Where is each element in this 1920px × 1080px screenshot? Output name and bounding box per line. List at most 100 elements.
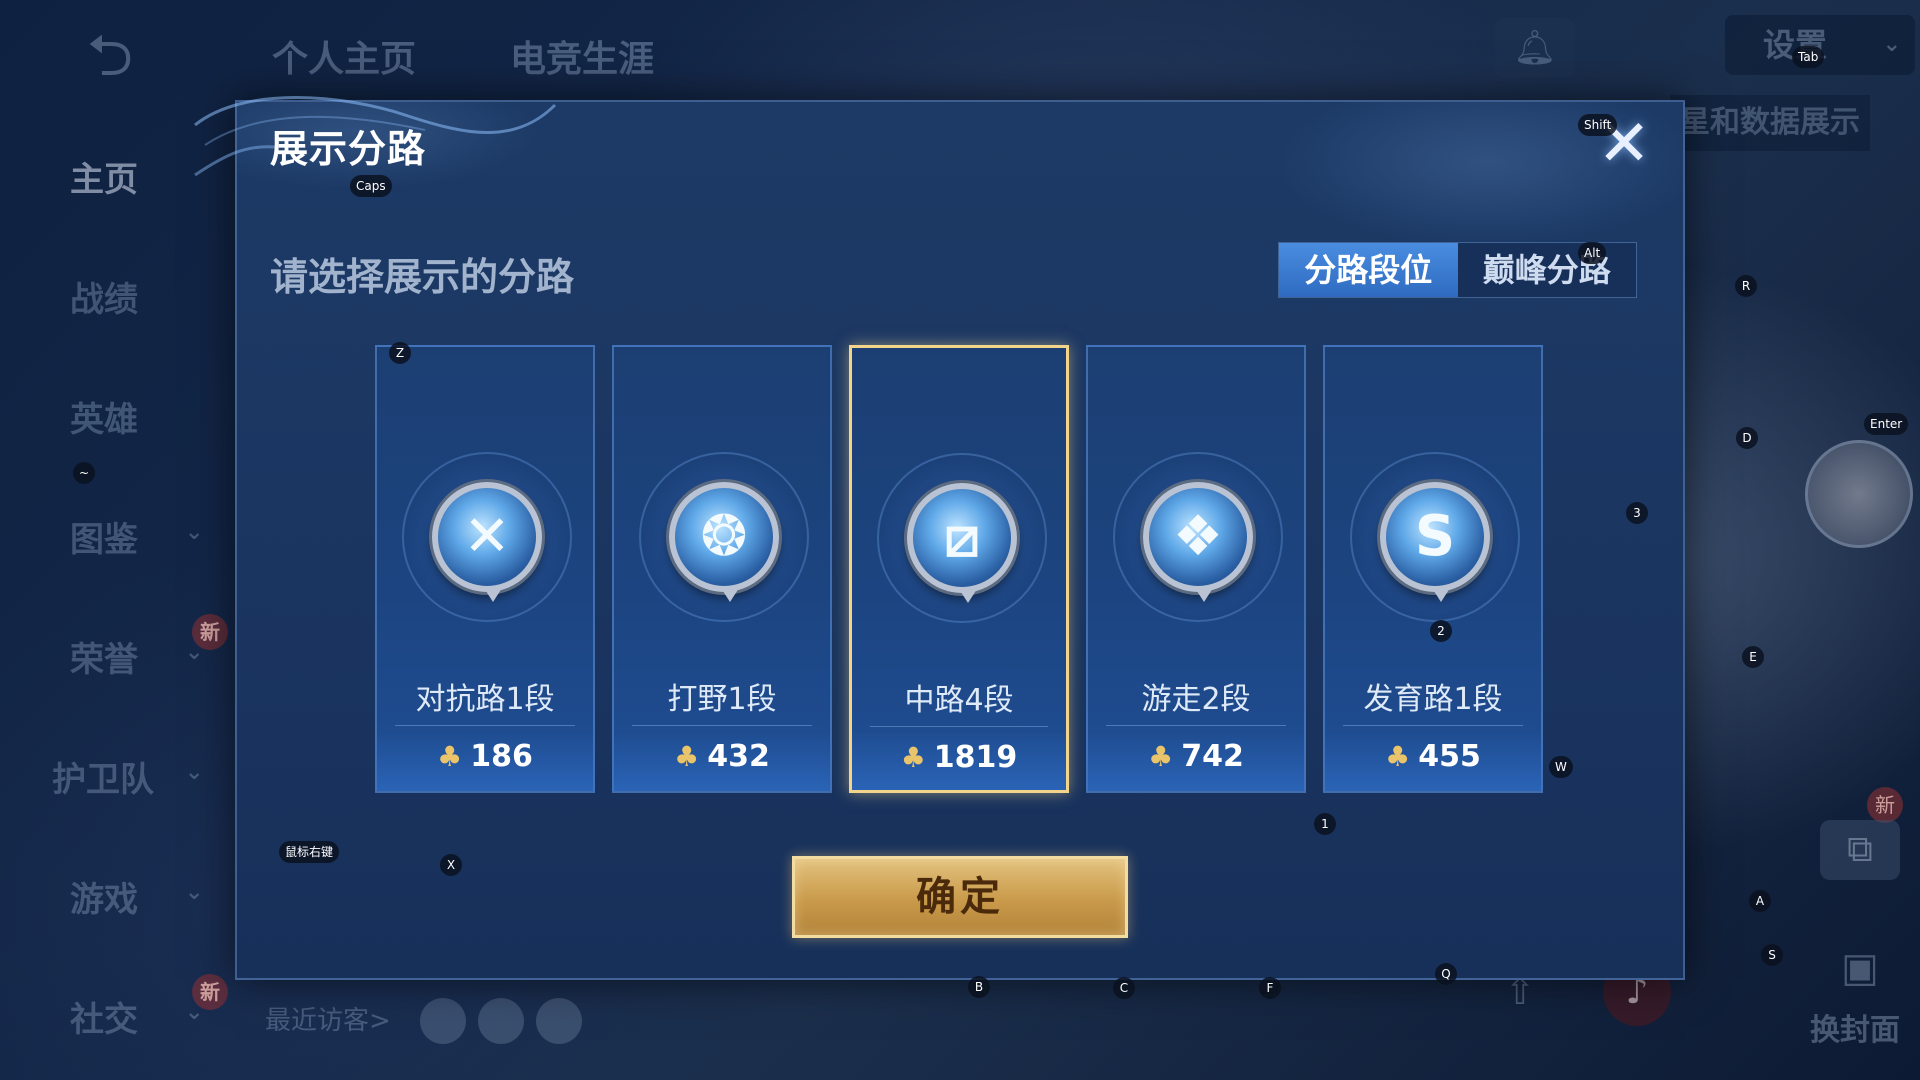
key-hint-shift: Shift (1578, 114, 1618, 136)
upload-icon[interactable]: ⇧ (1485, 972, 1555, 1028)
sidebar-item-honor[interactable]: 新 荣誉 ⌄ (0, 610, 230, 700)
key-hint-w: W (1549, 756, 1573, 778)
sidebar-item-label: 图鉴 (70, 520, 138, 560)
change-cover-icon[interactable]: ▣ (1830, 945, 1890, 1005)
divider (632, 725, 812, 726)
key-hint-alt: Alt (1578, 242, 1607, 264)
bell-icon[interactable]: 🔔︎ (1495, 18, 1575, 78)
farm-lane-emblem-icon: S (1380, 482, 1490, 602)
key-hint-3: 3 (1626, 502, 1648, 524)
roam-emblem-icon: ❖ (1143, 482, 1253, 602)
lane-rank-label: 游走2段 (1141, 682, 1251, 717)
key-hint-tab: Tab (1792, 46, 1825, 68)
lane-card-top[interactable]: ✕ 对抗路1段 ♣ 186 (375, 345, 595, 793)
lane-card-mid[interactable]: ⧄ 中路4段 ♣ 1819 (849, 345, 1069, 793)
key-hint-s: S (1761, 944, 1783, 966)
lane-score-value: 186 (470, 739, 533, 774)
sidebar-item-label: 护卫队 (52, 760, 154, 800)
dialog-title: 展示分路 (270, 127, 427, 171)
key-hint-enter: Enter (1864, 413, 1909, 435)
sidebar-item-label: 战绩 (70, 280, 138, 320)
key-hint-d: D (1736, 427, 1758, 449)
chevron-down-icon: ⌄ (185, 760, 204, 785)
top-nav: ⮌ 个人主页 电竞生涯 🔔︎ 设置 ⌄ 星和数据展示 (0, 0, 1920, 151)
score-icon: ♣ (1148, 740, 1174, 773)
key-hint-e: E (1742, 646, 1764, 668)
jungle-emblem-icon: ❂ (669, 482, 779, 602)
score-icon: ♣ (437, 740, 463, 773)
key-hint-caps: Caps (350, 175, 392, 197)
chevron-down-icon: ⌄ (185, 640, 204, 665)
lane-score: ♣ 186 (377, 739, 593, 774)
key-hint-r: R (1735, 275, 1757, 297)
key-hint-c: C (1113, 977, 1135, 999)
lane-score: ♣ 432 (614, 739, 830, 774)
key-hint-1: 1 (1314, 813, 1336, 835)
tab-personal-home[interactable]: 个人主页 (272, 30, 416, 82)
divider (395, 725, 575, 726)
key-hint-f: F (1259, 977, 1281, 999)
sidebar-item-label: 游戏 (70, 880, 138, 920)
tab-lane-rank[interactable]: 分路段位 (1279, 243, 1458, 297)
settings-button[interactable]: 设置 ⌄ (1725, 15, 1915, 75)
new-badge: 新 (1867, 787, 1903, 823)
sidebar-item-social[interactable]: 新 社交 ⌄ (0, 970, 230, 1060)
lane-card-jungle[interactable]: ❂ 打野1段 ♣ 432 (612, 345, 832, 793)
sidebar-item-home[interactable]: 主页 (0, 130, 230, 220)
sidebar-item-label: 英雄 (70, 400, 138, 440)
album-icon[interactable]: ⧉ (1820, 820, 1900, 880)
sidebar-item-records[interactable]: 战绩 (0, 250, 230, 340)
tab-peak-lane[interactable]: 巅峰分路 (1458, 243, 1637, 297)
lane-score-value: 742 (1181, 739, 1244, 774)
recent-visitors-link[interactable]: 最近访客> (265, 1000, 391, 1037)
chevron-down-icon: ⌄ (1882, 32, 1901, 57)
lane-score: ♣ 742 (1088, 739, 1304, 774)
score-icon: ♣ (1385, 740, 1411, 773)
data-display-label: 星和数据展示 (1670, 95, 1870, 151)
lane-score-value: 455 (1418, 739, 1481, 774)
avatar[interactable] (1805, 440, 1913, 548)
sidebar: 主页 战绩 英雄 图鉴 ⌄ 新 荣誉 ⌄ 护卫队 ⌄ 游戏 ⌄ 新 社交 ⌄ (0, 110, 230, 1080)
mid-lane-emblem-icon: ⧄ (907, 483, 1017, 603)
lane-score-value: 432 (707, 739, 770, 774)
confirm-button[interactable]: 确定 (792, 856, 1128, 938)
key-hint-a: A (1749, 890, 1771, 912)
divider (1106, 725, 1286, 726)
visitor-avatar[interactable] (420, 998, 466, 1044)
lane-score: ♣ 1819 (852, 740, 1066, 775)
visitor-avatar[interactable] (536, 998, 582, 1044)
lane-card-farm[interactable]: S 发育路1段 ♣ 455 (1323, 345, 1543, 793)
score-icon: ♣ (674, 740, 700, 773)
key-hint-q: Q (1435, 963, 1457, 985)
lane-score: ♣ 455 (1325, 739, 1541, 774)
lane-card-list: ✕ 对抗路1段 ♣ 186 ❂ 打野1段 ♣ 432 ⧄ 中路4段 ♣ 1819 ❖ … (375, 345, 1545, 795)
divider (870, 726, 1048, 727)
key-hint-x: X (440, 854, 462, 876)
key-hint-b: B (968, 976, 990, 998)
lane-rank-label: 发育路1段 (1363, 682, 1503, 717)
top-lane-emblem-icon: ✕ (432, 482, 542, 602)
key-hint-2: 2 (1430, 620, 1452, 642)
sidebar-item-label: 主页 (70, 160, 138, 200)
lane-rank-label: 对抗路1段 (415, 682, 555, 717)
lane-rank-label: 中路4段 (904, 683, 1014, 718)
key-hint-tilde: ~ (73, 462, 96, 484)
change-cover-label[interactable]: 换封面 (1810, 1005, 1900, 1049)
chevron-down-icon: ⌄ (185, 880, 204, 905)
tab-esports-career[interactable]: 电竞生涯 (510, 30, 654, 82)
chevron-down-icon: ⌄ (185, 520, 204, 545)
dialog-subtitle: 请选择展示的分路 (270, 255, 575, 299)
key-hint-right-click: 鼠标右键 (279, 841, 340, 863)
visitor-avatar[interactable] (478, 998, 524, 1044)
lane-rank-label: 打野1段 (667, 682, 777, 717)
lane-card-roam[interactable]: ❖ 游走2段 ♣ 742 (1086, 345, 1306, 793)
sidebar-item-label: 社交 (70, 1000, 138, 1040)
lane-score-value: 1819 (933, 740, 1018, 775)
sidebar-item-games[interactable]: 游戏 ⌄ (0, 850, 230, 940)
sidebar-item-codex[interactable]: 图鉴 ⌄ (0, 490, 230, 580)
chevron-down-icon: ⌄ (185, 1000, 204, 1025)
sidebar-item-guard-team[interactable]: 护卫队 ⌄ (0, 730, 230, 820)
sidebar-item-heroes[interactable]: 英雄 (0, 370, 230, 460)
key-hint-z: Z (389, 342, 411, 364)
back-arrow-icon[interactable]: ⮌ (60, 26, 160, 84)
